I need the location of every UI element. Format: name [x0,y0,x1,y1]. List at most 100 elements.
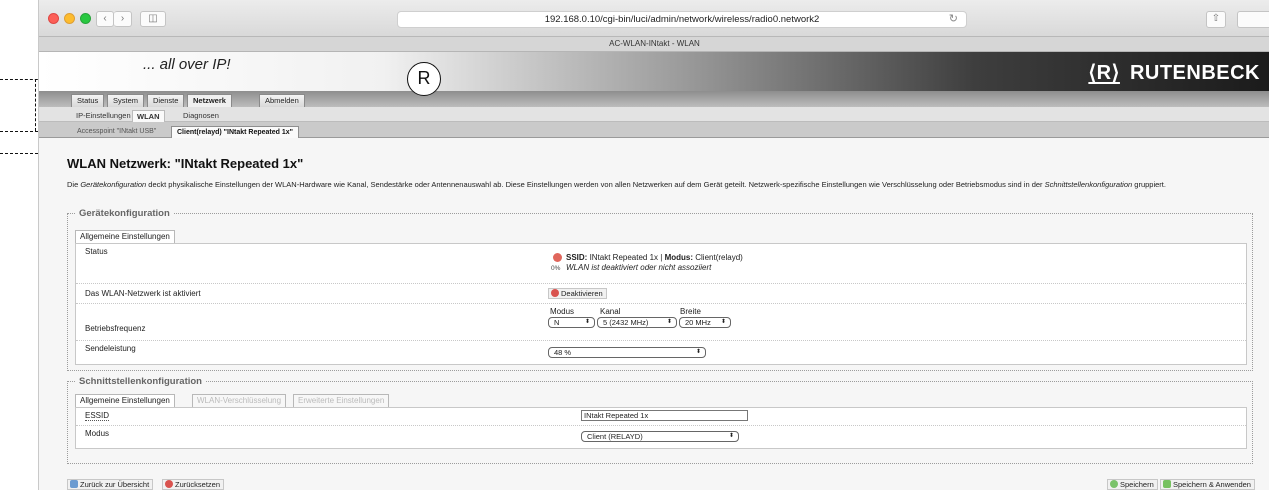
essid-row: ESSID INtakt Repeated 1x [76,408,1246,426]
mode-row: Modus Client (RELAYD) ⬍ [76,426,1246,448]
page-content: WLAN Netzwerk: "INtakt Repeated 1x" Die … [39,138,1269,490]
frequency-label: Betriebsfrequenz [85,324,146,333]
deactivate-label: Deaktivieren [561,289,603,298]
share-icon[interactable]: ⇧ [1206,11,1226,28]
mode-label: Modus [85,429,110,438]
frequency-row: Betriebsfrequenz Modus Kanal Breite N ⬍ 5… [76,304,1246,341]
enabled-row: Das WLAN-Netzwerk ist aktiviert Deaktivi… [76,284,1246,304]
annotation-dashed-line-middle [0,131,38,132]
save-button[interactable]: Speichern [1107,479,1158,490]
brand-logo: ⟨R⟩ RUTENBECK [1088,60,1260,85]
reset-button[interactable]: Zurücksetzen [162,479,225,490]
freq-kanal-value: 5 (2432 MHz) [603,318,649,327]
sub-menu: IP-Einstellungen WLAN Diagnosen [39,107,1269,122]
forward-button[interactable]: › [114,11,132,27]
freq-breite-value: 20 MHz [685,318,711,327]
description-emphasis: Schnittstellenkonfiguration [1044,180,1133,189]
deactivate-button[interactable]: Deaktivieren [548,288,607,299]
essid-input[interactable]: INtakt Repeated 1x [581,410,748,421]
iface-tab-encryption[interactable]: WLAN-Verschlüsselung [192,394,287,407]
signal-percent: 0% [551,265,561,272]
freq-modus-value: N [554,318,560,327]
description-text: deckt physikalische Einstellungen der WL… [146,180,1045,189]
iface-tab-general[interactable]: Allgemeine Einstellungen [75,394,175,407]
mode-value: Client(relayd) [693,253,743,262]
freq-kanal-caption: Kanal [600,307,621,316]
mode-select-value: Client (RELAYD) [587,432,643,441]
signal-icon [553,253,562,262]
deactivate-icon [551,289,559,297]
txpower-value: 48 % [554,348,572,357]
brand-name: RUTENBECK [1129,62,1260,84]
iface-config-section: Schnittstellenkonfiguration Allgemeine E… [67,376,1253,464]
device-tab-general[interactable]: Allgemeine Einstellungen [75,230,175,243]
menu-tab-abmelden[interactable]: Abmelden [259,94,305,107]
ssid-key: SSID: [566,253,588,262]
txpower-row: Sendeleistung 48 % ⬍ [76,341,1246,366]
submenu-wlan[interactable]: WLAN [132,110,165,122]
sidebar-toggle-icon[interactable]: ◫ [140,11,166,27]
status-note: WLAN ist deaktiviert oder nicht assoziie… [566,263,712,272]
address-text: 192.168.0.10/cgi-bin/luci/admin/network/… [544,14,820,25]
description-emphasis: Gerätekonfiguration [80,180,147,189]
iface-config-legend: Schnittstellenkonfiguration [76,376,205,387]
status-row: Status 0% SSID: INtakt Repeated 1x | Mod… [76,244,1246,284]
annotation-callout: R [407,62,441,96]
annotation-dashed-line-vertical [35,79,36,131]
back-button[interactable]: ‹ [96,11,114,27]
page-title: WLAN Netzwerk: "INtakt Repeated 1x" [67,156,304,171]
txpower-select[interactable]: 48 % ⬍ [548,347,706,358]
select-arrow-icon: ⬍ [720,319,726,325]
submenu-diagnosen[interactable]: Diagnosen [179,110,223,122]
mode-select[interactable]: Client (RELAYD) ⬍ [581,431,739,442]
browser-window: ‹ › ◫ 192.168.0.10/cgi-bin/luci/admin/ne… [38,0,1269,490]
essid-label: ESSID [85,411,110,421]
page-description: Die Gerätekonfiguration deckt physikalis… [67,180,1247,189]
back-icon [70,480,78,488]
select-arrow-icon: ⬍ [728,433,734,439]
save-icon [1110,480,1118,488]
freq-breite-caption: Breite [680,307,701,316]
menu-tab-dienste[interactable]: Dienste [147,94,185,107]
freq-breite-select[interactable]: 20 MHz ⬍ [679,317,731,328]
network-tab-client[interactable]: Client(relayd) "INtakt Repeated 1x" [171,126,299,138]
iface-config-panel: ESSID INtakt Repeated 1x Modus Client (R… [75,407,1247,449]
enabled-label: Das WLAN-Netzwerk ist aktiviert [85,289,201,298]
status-ssid-line: SSID: INtakt Repeated 1x | Modus: Client… [566,253,743,262]
txpower-label: Sendeleistung [85,344,136,353]
back-to-overview-button[interactable]: Zurück zur Übersicht [67,479,154,490]
description-text: Die [67,180,81,189]
save-apply-icon [1163,480,1171,488]
annotation-dashed-line-bottom [0,153,38,154]
reset-label: Zurücksetzen [175,480,221,489]
menu-tab-netzwerk[interactable]: Netzwerk [187,94,232,107]
tab-title-bar: AC-WLAN-INtakt - WLAN [39,37,1269,52]
address-bar[interactable]: 192.168.0.10/cgi-bin/luci/admin/network/… [397,11,967,28]
brand-mark: ⟨R⟩ [1088,62,1120,84]
menu-tab-system[interactable]: System [107,94,145,107]
iface-tab-advanced[interactable]: Erweiterte Einstellungen [293,394,390,407]
ssid-value: INtakt Repeated 1x | [587,253,665,262]
description-text: gruppiert. [1132,180,1166,189]
toolbar-extra-button[interactable] [1237,11,1269,28]
device-config-section: Gerätekonfiguration Allgemeine Einstellu… [67,208,1253,371]
zoom-window-icon[interactable] [80,13,91,24]
freq-kanal-select[interactable]: 5 (2432 MHz) ⬍ [597,317,677,328]
freq-modus-caption: Modus [550,307,575,316]
freq-modus-select[interactable]: N ⬍ [548,317,595,328]
close-window-icon[interactable] [48,13,59,24]
menu-tab-status[interactable]: Status [71,94,105,107]
device-config-legend: Gerätekonfiguration [76,208,173,219]
save-apply-label: Speichern & Anwenden [1173,480,1251,489]
minimize-window-icon[interactable] [64,13,75,24]
select-arrow-icon: ⬍ [584,319,590,325]
status-label: Status [85,247,108,256]
network-tab-accesspoint[interactable]: Accesspoint "INtakt USB" [72,126,161,138]
select-arrow-icon: ⬍ [695,349,701,355]
reload-icon[interactable]: ↻ [949,12,958,27]
submenu-ip-einstellungen[interactable]: IP-Einstellungen [72,110,135,122]
device-config-panel: Status 0% SSID: INtakt Repeated 1x | Mod… [75,243,1247,365]
save-apply-button[interactable]: Speichern & Anwenden [1160,479,1255,490]
select-arrow-icon: ⬍ [666,319,672,325]
main-menu: Status System Dienste Netzwerk Abmelden [39,91,1269,107]
